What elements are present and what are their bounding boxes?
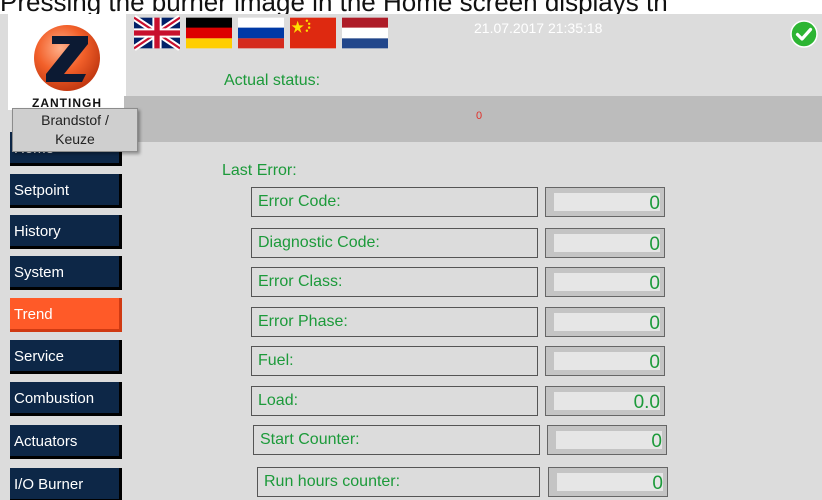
error-code-field: 0 bbox=[545, 187, 665, 217]
datetime-display: 21.07.2017 21:35:18 bbox=[474, 20, 603, 36]
run-hours-counter-field: 0 bbox=[548, 467, 668, 497]
nav-history-button[interactable]: History bbox=[10, 215, 122, 249]
error-class-value: 0 bbox=[554, 273, 660, 294]
tooltip-line-2: Keuze bbox=[55, 131, 95, 147]
run-hours-counter-value: 0 bbox=[557, 473, 663, 494]
fuel-value: 0 bbox=[554, 352, 660, 373]
nav-trend-button[interactable]: Trend bbox=[10, 298, 122, 332]
fuel-choice-tooltip: Brandstof / Keuze bbox=[12, 108, 138, 152]
error-class-label: Error Class: bbox=[251, 267, 538, 297]
nav-system-button[interactable]: System bbox=[10, 256, 122, 290]
netherlands-flag-icon[interactable] bbox=[342, 14, 388, 52]
actual-status-label: Actual status: bbox=[224, 72, 321, 89]
nav-setpoint-button[interactable]: Setpoint bbox=[10, 174, 122, 208]
fuel-label: Fuel: bbox=[251, 346, 538, 376]
diagnostic-code-label: Diagnostic Code: bbox=[251, 228, 538, 258]
start-counter-field: 0 bbox=[547, 425, 667, 455]
last-error-label: Last Error: bbox=[222, 162, 297, 179]
russia-flag-icon[interactable] bbox=[238, 14, 284, 52]
diagnostic-code-value: 0 bbox=[554, 234, 660, 255]
nav-actuators-button[interactable]: Actuators bbox=[10, 425, 122, 459]
error-phase-value: 0 bbox=[554, 313, 660, 334]
nav-service-button[interactable]: Service bbox=[10, 340, 122, 374]
start-counter-label: Start Counter: bbox=[253, 425, 540, 455]
load-field: 0.0 bbox=[545, 386, 665, 416]
error-code-value: 0 bbox=[554, 193, 660, 214]
zantingh-logo[interactable]: ZANTINGH bbox=[8, 14, 126, 110]
hmi-screen: 21.07.2017 21:35:18 ZANTINGH Actual stat… bbox=[0, 14, 822, 500]
uk-flag-icon[interactable] bbox=[134, 14, 180, 52]
start-counter-value: 0 bbox=[556, 431, 662, 452]
error-phase-label: Error Phase: bbox=[251, 307, 538, 337]
china-flag-icon[interactable] bbox=[290, 14, 336, 52]
nav-combustion-button[interactable]: Combustion bbox=[10, 382, 122, 416]
run-hours-counter-label: Run hours counter: bbox=[257, 467, 540, 497]
error-class-field: 0 bbox=[545, 267, 665, 297]
fuel-field: 0 bbox=[545, 346, 665, 376]
germany-flag-icon[interactable] bbox=[186, 14, 232, 52]
error-phase-field: 0 bbox=[545, 307, 665, 337]
zantingh-logo-icon bbox=[34, 25, 100, 91]
actual-status-value: 0 bbox=[476, 110, 483, 122]
nav-io-burner-button[interactable]: I/O Burner bbox=[10, 468, 122, 500]
check-circle-icon bbox=[790, 20, 818, 48]
diagnostic-code-field: 0 bbox=[545, 228, 665, 258]
load-label: Load: bbox=[251, 386, 538, 416]
error-code-label: Error Code: bbox=[251, 187, 538, 217]
status-band bbox=[124, 96, 822, 142]
load-value: 0.0 bbox=[554, 392, 660, 413]
tooltip-line-1: Brandstof / bbox=[41, 112, 109, 128]
